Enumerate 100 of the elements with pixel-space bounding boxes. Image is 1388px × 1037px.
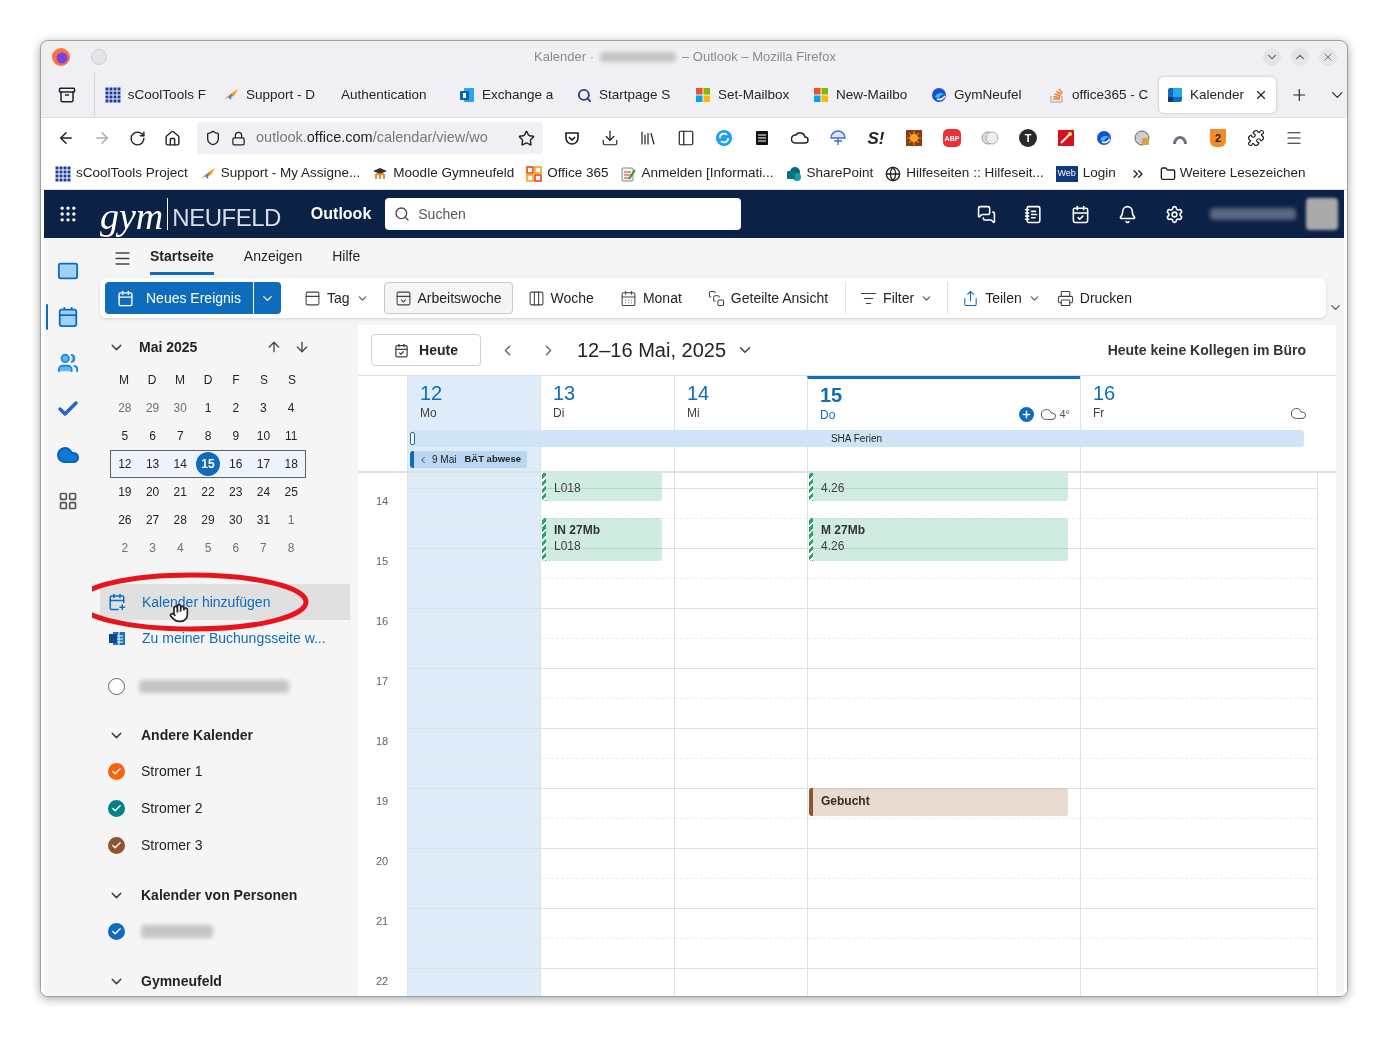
calendar-event[interactable]: 4.26 bbox=[809, 473, 1068, 501]
bookmark-item[interactable]: Office 365 bbox=[526, 163, 609, 184]
calendar-name[interactable]: Stromer 1 bbox=[141, 761, 203, 782]
view-button[interactable]: Tag bbox=[292, 282, 380, 314]
bookmark-item[interactable]: sCoolTools Project bbox=[55, 163, 188, 184]
previous-month-button[interactable] bbox=[266, 339, 282, 355]
browser-tab[interactable]: office365 - C bbox=[1040, 77, 1158, 113]
settings-icon[interactable] bbox=[1165, 204, 1184, 224]
download-icon[interactable] bbox=[601, 129, 619, 147]
pane-link[interactable]: Kalender hinzufügen bbox=[100, 584, 350, 620]
bookmark-item[interactable]: Anmelden [Informati... bbox=[620, 163, 774, 184]
calendar-day[interactable]: 5 bbox=[112, 424, 137, 448]
calendar-day[interactable]: 29 bbox=[140, 396, 165, 420]
calendar-name[interactable]: Stromer 3 bbox=[141, 835, 203, 856]
app-launcher-icon[interactable] bbox=[58, 204, 78, 224]
extensions-icon[interactable] bbox=[1247, 129, 1265, 147]
calendar-day[interactable]: 8 bbox=[279, 536, 304, 560]
view-button[interactable]: Arbeitswoche bbox=[383, 282, 513, 314]
bookmark-star-icon[interactable] bbox=[518, 129, 535, 147]
browser-tab[interactable]: sCoolTools F bbox=[96, 77, 214, 113]
calendar-day[interactable]: 15 bbox=[196, 452, 220, 476]
minimize-button[interactable] bbox=[1263, 48, 1281, 66]
calendar-day[interactable]: 11 bbox=[279, 424, 304, 448]
bookmark-item[interactable]: Moodle Gymneufeld bbox=[372, 163, 515, 184]
calendar-day[interactable]: 29 bbox=[196, 508, 220, 532]
calendar-day[interactable]: 7 bbox=[251, 536, 276, 560]
browser-tab[interactable]: Startpage S bbox=[568, 77, 686, 113]
calendar-day[interactable]: 12 bbox=[112, 452, 137, 476]
calendar-event[interactable]: M 27Mb 4.26 bbox=[809, 518, 1068, 561]
cloud-icon[interactable] bbox=[791, 129, 809, 147]
toolbar-button[interactable]: Filter bbox=[852, 282, 942, 314]
calendar-check-icon[interactable] bbox=[1071, 204, 1090, 224]
next-month-button[interactable] bbox=[294, 339, 310, 355]
mail-icon[interactable] bbox=[57, 260, 79, 282]
wand-tile-icon[interactable] bbox=[1057, 129, 1075, 147]
calendar-day[interactable]: 26 bbox=[112, 508, 137, 532]
toolbar-button[interactable]: Drucken bbox=[1048, 282, 1140, 314]
browser-tab[interactable]: New-Mailbo bbox=[804, 77, 922, 113]
ribbon-tab[interactable]: Anzeigen bbox=[243, 241, 303, 275]
calendar-day[interactable]: 8 bbox=[196, 424, 220, 448]
browser-tab[interactable]: Support - D bbox=[214, 77, 332, 113]
browser-tab[interactable]: GymNeufel bbox=[922, 77, 1040, 113]
sidebar-icon[interactable] bbox=[677, 129, 695, 147]
calendar-day[interactable]: 2 bbox=[112, 536, 137, 560]
s-badge-icon[interactable]: S! bbox=[867, 129, 885, 147]
calendar-event[interactable]: L018 bbox=[542, 473, 662, 501]
calendar-day[interactable]: 20 bbox=[140, 480, 165, 504]
calendar-day[interactable]: 30 bbox=[223, 508, 248, 532]
calendar-day[interactable]: 1 bbox=[196, 396, 220, 420]
calendar-day[interactable]: 10 bbox=[251, 424, 276, 448]
calendar-checkbox[interactable] bbox=[108, 923, 125, 940]
sun-tile-icon[interactable] bbox=[905, 129, 923, 147]
calendar-day[interactable]: 23 bbox=[223, 480, 248, 504]
umbrella-icon[interactable] bbox=[829, 129, 847, 147]
calendar-day[interactable]: 4 bbox=[279, 396, 304, 420]
bookmark-item[interactable]: SharePoint bbox=[785, 163, 874, 184]
notebook-icon[interactable] bbox=[1024, 204, 1043, 224]
browser-tab[interactable]: Exchange a bbox=[450, 77, 568, 113]
calendar-day[interactable]: 19 bbox=[112, 480, 137, 504]
calendar-day[interactable]: 30 bbox=[168, 396, 193, 420]
bookmark-item[interactable]: Support - My Assigne... bbox=[199, 163, 361, 184]
calendar-day[interactable]: 17 bbox=[251, 452, 276, 476]
calendar-day[interactable]: 1 bbox=[279, 508, 304, 532]
calendar-event[interactable]: IN 27Mb L018 bbox=[542, 518, 662, 561]
view-button[interactable]: Monat bbox=[608, 282, 693, 314]
calendar-day[interactable]: 18 bbox=[279, 452, 304, 476]
view-button[interactable]: Geteilte Ansicht bbox=[696, 282, 840, 314]
shield-badge-icon[interactable]: 2 bbox=[1210, 129, 1226, 147]
menu-icon[interactable] bbox=[1285, 129, 1303, 147]
calendar-day[interactable]: 6 bbox=[140, 424, 165, 448]
calendar-checkbox[interactable] bbox=[108, 763, 125, 780]
toolbar-button[interactable]: Teilen bbox=[954, 282, 1049, 314]
home-button[interactable] bbox=[164, 129, 181, 147]
back-button[interactable] bbox=[57, 129, 75, 147]
browser-tab[interactable]: Authentication bbox=[332, 77, 450, 113]
calendar-day[interactable]: 13 bbox=[140, 452, 165, 476]
calendar-day[interactable]: 14 bbox=[168, 452, 193, 476]
date-range-title[interactable]: 12–16 Mai, 2025 bbox=[577, 335, 726, 365]
calendar-day[interactable]: 4 bbox=[168, 536, 193, 560]
notepad-icon[interactable] bbox=[753, 129, 771, 147]
new-event-menu-button[interactable] bbox=[253, 282, 281, 314]
browser-tab[interactable]: Kalender bbox=[1158, 77, 1276, 113]
calendar-day[interactable]: 28 bbox=[168, 508, 193, 532]
reload-button[interactable] bbox=[129, 129, 146, 147]
calendar-checkbox[interactable] bbox=[108, 677, 125, 695]
all-day-event[interactable]: 9 Mai BÄT abwese bbox=[410, 451, 527, 468]
people-icon[interactable] bbox=[57, 352, 79, 374]
calendar-checkbox[interactable] bbox=[108, 800, 125, 817]
address-bar[interactable]: outlook.office.com/calendar/view/wo bbox=[197, 122, 543, 154]
calendar-day[interactable]: 22 bbox=[196, 480, 220, 504]
bookmark-item[interactable]: Web Login bbox=[1055, 163, 1116, 184]
calendar-day[interactable]: 6 bbox=[223, 536, 248, 560]
apps-icon[interactable] bbox=[58, 491, 78, 511]
calendar-day[interactable]: 25 bbox=[279, 480, 304, 504]
calendar-day[interactable]: 31 bbox=[251, 508, 276, 532]
maximize-button[interactable] bbox=[1291, 48, 1309, 66]
add-event-button[interactable] bbox=[1019, 407, 1035, 422]
calendar-day[interactable]: 16 bbox=[223, 452, 248, 476]
close-button[interactable] bbox=[1319, 48, 1337, 66]
calendar-checkbox[interactable] bbox=[108, 837, 125, 854]
